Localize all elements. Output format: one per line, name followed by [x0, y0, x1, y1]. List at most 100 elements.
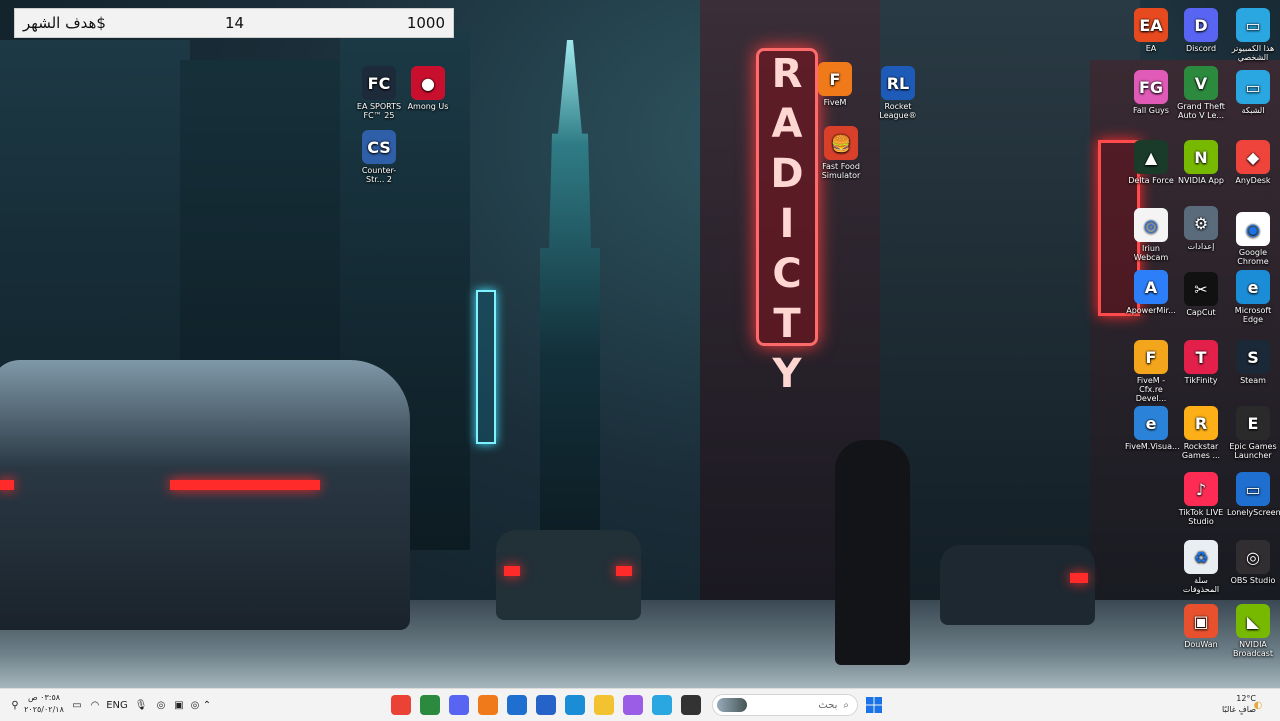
desktop-icon[interactable]: ◎ OBS Studio — [1227, 540, 1279, 585]
discord-icon: D — [1184, 8, 1218, 42]
start-button[interactable] — [864, 695, 884, 715]
wallpaper-car — [0, 360, 410, 630]
monthly-goal-widget: هدف الشهر$ 14 1000 — [14, 8, 454, 38]
desktop-icon[interactable]: RL Rocket League® — [872, 66, 924, 120]
goal-label: هدف الشهر$ — [23, 14, 106, 32]
fall-guys-icon: FG — [1134, 70, 1168, 104]
photos-taskbar-icon[interactable] — [652, 695, 672, 715]
settings-icon: ⚙ — [1184, 206, 1218, 240]
network-icon: ▭ — [1236, 70, 1270, 104]
desktop-icon[interactable]: e Microsoft Edge — [1227, 270, 1279, 324]
desktop-icon[interactable]: ♻ سلة المحذوفات — [1175, 540, 1227, 594]
desktop-icon-label: Rocket League® — [879, 102, 917, 120]
desktop-icon[interactable]: R Rockstar Games ... — [1175, 406, 1227, 460]
desktop-icon[interactable]: ◉ Google Chrome — [1227, 212, 1279, 266]
desktop-icon-label: Counter-Str... 2 — [361, 166, 397, 184]
desktop-icon[interactable]: D Discord — [1175, 8, 1227, 53]
battery-icon[interactable]: ▭ — [70, 695, 84, 715]
desktop-icon[interactable]: E Epic Games Launcher — [1227, 406, 1279, 460]
desktop-icon-label: Discord — [1185, 44, 1217, 53]
notification-icon[interactable]: ⚲ — [8, 695, 22, 715]
desktop-icon[interactable]: F FiveM — [809, 62, 861, 107]
desktop-icon-label: AnyDesk — [1235, 176, 1271, 185]
clock[interactable]: ٠٣:٥٨ ص ٢٠٢٥/٠٢/١٨ — [24, 692, 64, 716]
desktop-icon[interactable]: S Steam — [1227, 340, 1279, 385]
fivem-dev-icon: F — [1134, 340, 1168, 374]
desktop-icon[interactable]: ● Among Us — [402, 66, 454, 111]
desktop-icon[interactable]: ▭ LonelyScreen — [1227, 472, 1280, 517]
terminal-taskbar-icon[interactable] — [420, 695, 440, 715]
desktop-icon[interactable]: ▲ Delta Force — [1125, 140, 1177, 185]
anydesk-icon: ◆ — [1236, 140, 1270, 174]
language-indicator[interactable]: ENG — [106, 695, 128, 715]
desktop-icon[interactable]: ◆ AnyDesk — [1227, 140, 1279, 185]
ea-fc-icon: FC — [362, 66, 396, 100]
wifi-icon[interactable]: ◠ — [88, 695, 102, 715]
desktop-icon[interactable]: ◣ NVIDIA Broadcast — [1227, 604, 1279, 658]
desktop-icon[interactable]: F FiveM - Cfx.re Devel... — [1125, 340, 1177, 403]
console-taskbar-icon[interactable] — [681, 695, 701, 715]
desktop-icon[interactable]: ♪ TikTok LIVE Studio — [1175, 472, 1227, 526]
fast-food-icon: 🍔 — [824, 126, 858, 160]
gta-icon: V — [1184, 66, 1218, 100]
desktop-icon[interactable]: CS Counter-Str... 2 — [353, 130, 405, 184]
rockstar-icon: R — [1184, 406, 1218, 440]
fivem-taskbar-icon[interactable] — [478, 695, 498, 715]
fivem-visual-icon: e — [1134, 406, 1168, 440]
desktop-icon[interactable]: FG Fall Guys — [1125, 70, 1177, 115]
desktop-icon-label: FiveM — [823, 98, 847, 107]
desktop-icon-label: TikTok LIVE Studio — [1178, 508, 1224, 526]
desktop-icon[interactable]: e FiveM.Visua... — [1125, 406, 1180, 451]
search-box[interactable]: بحث ⌕ — [712, 694, 858, 716]
desktop-icon[interactable]: ▣ DouWan — [1175, 604, 1227, 649]
desktop-icon-label: CapCut — [1186, 308, 1216, 317]
discord-taskbar-icon[interactable] — [449, 695, 469, 715]
weather-moon-icon[interactable]: ◐ — [1250, 695, 1266, 715]
desktop-icon[interactable]: FC EA SPORTS FC™ 25 — [353, 66, 405, 120]
lonelyscreen-icon: ▭ — [1236, 472, 1270, 506]
tray-app-icon[interactable]: ◎ — [154, 695, 168, 715]
edge-taskbar-icon[interactable] — [565, 695, 585, 715]
desktop-icon[interactable]: ◎ Iriun Webcam — [1125, 208, 1177, 262]
copilot-taskbar-icon[interactable] — [623, 695, 643, 715]
chrome-icon: ◉ — [1236, 212, 1270, 246]
capcut-icon: ✂ — [1184, 272, 1218, 306]
desktop-icon[interactable]: N NVIDIA App — [1175, 140, 1227, 185]
steam-icon: S — [1236, 340, 1270, 374]
tray-app-icon[interactable]: ▣ — [172, 695, 186, 715]
desktop-icon-label: TikFinity — [1184, 376, 1218, 385]
desktop[interactable]: RADICTY هدف الشهر$ 14 1000 FC EA SPORTS F… — [0, 0, 1280, 688]
chrome-taskbar-icon[interactable] — [391, 695, 411, 715]
desktop-icon[interactable]: V Grand Theft Auto V Le... — [1175, 66, 1227, 120]
wallpaper-person — [835, 440, 910, 665]
wallpaper-car — [940, 545, 1095, 625]
desktop-icon[interactable]: ✂ CapCut — [1175, 272, 1227, 317]
desktop-icon-label: EA SPORTS FC™ 25 — [356, 102, 402, 120]
nvidia-broadcast-icon: ◣ — [1236, 604, 1270, 638]
desktop-icon[interactable]: ▭ هذا الكمبيوتر الشخصي — [1227, 8, 1279, 62]
desktop-icon[interactable]: A ApowerMir... — [1125, 270, 1177, 315]
desktop-icon-label: OBS Studio — [1230, 576, 1276, 585]
desktop-icon-label: Rockstar Games ... — [1181, 442, 1221, 460]
apowermirror-icon: A — [1134, 270, 1168, 304]
desktop-icon-label: هذا الكمبيوتر الشخصي — [1231, 44, 1275, 62]
rocket-league-icon: RL — [881, 66, 915, 100]
desktop-icon[interactable]: T TikFinity — [1175, 340, 1227, 385]
taskbar: ⚲ ٠٣:٥٨ ص ٢٠٢٥/٠٢/١٨ ▭ ◠ ENG 🎙 ◎ ▣ ◎ ⌃ ب… — [0, 688, 1280, 721]
desktop-icon-label: EA — [1145, 44, 1157, 53]
store-taskbar-icon[interactable] — [536, 695, 556, 715]
microphone-icon[interactable]: 🎙 — [134, 695, 148, 715]
vscode-taskbar-icon[interactable] — [507, 695, 527, 715]
desktop-icon[interactable]: ⚙ إعدادات — [1175, 206, 1227, 251]
iriun-webcam-icon: ◎ — [1134, 208, 1168, 242]
desktop-icon[interactable]: EA EA — [1125, 8, 1177, 53]
desktop-icon-label: Grand Theft Auto V Le... — [1177, 102, 1225, 120]
wallpaper-tower — [540, 40, 600, 560]
desktop-icon[interactable]: ▭ الشبكة — [1227, 70, 1279, 115]
desktop-icon-label: Fast Food Simulator — [821, 162, 861, 180]
chevron-up-icon[interactable]: ⌃ — [200, 695, 214, 715]
desktop-icon-label: Delta Force — [1128, 176, 1174, 185]
desktop-icon[interactable]: 🍔 Fast Food Simulator — [815, 126, 867, 180]
file-explorer-taskbar-icon[interactable] — [594, 695, 614, 715]
edge-icon: e — [1236, 270, 1270, 304]
